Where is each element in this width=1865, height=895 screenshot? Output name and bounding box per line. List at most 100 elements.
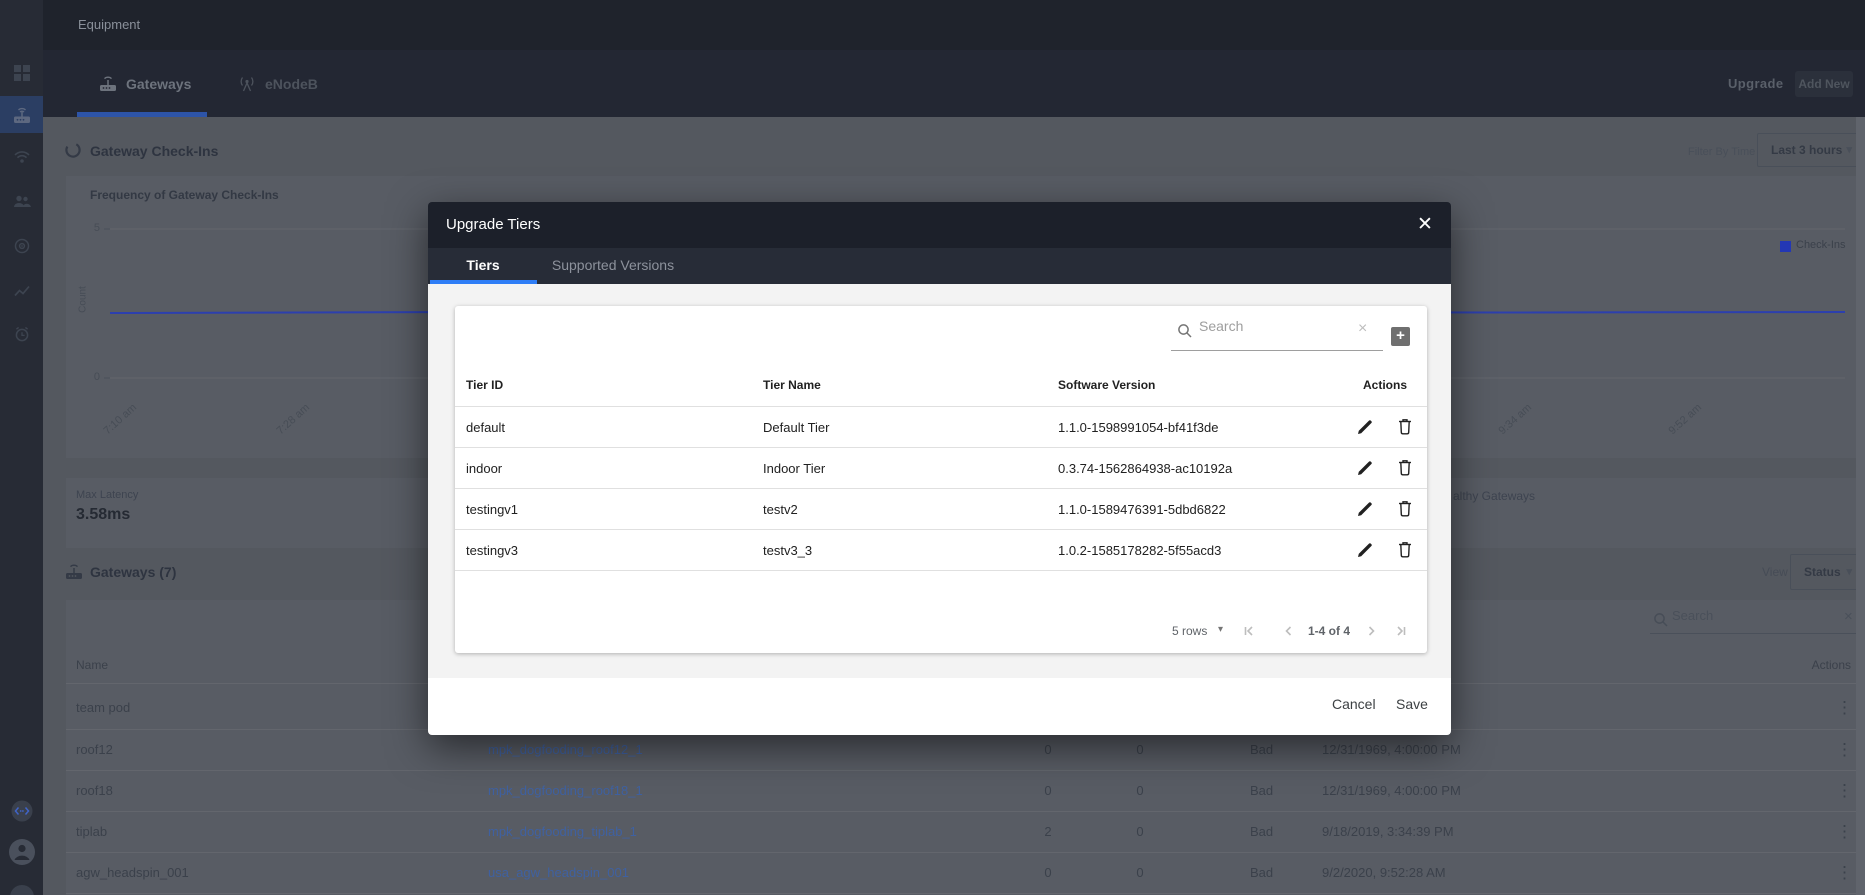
sidebar-item-swagger[interactable] [0, 794, 43, 828]
code-api-icon [9, 798, 35, 824]
last-page-icon[interactable] [1393, 623, 1409, 639]
sidebar-item-subscribers[interactable] [0, 182, 43, 219]
tier-id: indoor [466, 461, 502, 476]
chevron-down-icon: ▾ [1846, 555, 1852, 589]
chevron-down-icon: ▾ [1846, 134, 1852, 166]
divider [455, 570, 1427, 571]
row-actions-menu-icon[interactable]: ⋮ [1836, 863, 1853, 883]
gateway-router-icon [12, 105, 32, 125]
sidebar-item-bottom-partial[interactable] [0, 880, 43, 895]
sidebar-item-alarms[interactable] [0, 315, 43, 352]
rows-per-page-caret-icon[interactable]: ▾ [1218, 624, 1223, 635]
divider [66, 893, 1856, 894]
view-select[interactable]: Status ▾ [1790, 554, 1862, 590]
upgrade-button[interactable]: Upgrade [1728, 50, 1784, 117]
gw-id-link[interactable]: mpk_dogfooding_tiplab_1 [488, 824, 637, 839]
cancel-button[interactable]: Cancel [1332, 696, 1376, 712]
gateways-section-title: Gateways (7) [90, 564, 176, 580]
gw-health: Bad [1250, 742, 1273, 757]
filter-by-time-label: Filter By Time [1688, 146, 1755, 158]
search-icon [1177, 323, 1193, 339]
tier-id: default [466, 420, 505, 435]
dialog-tabbar: Tiers Supported Versions [428, 248, 1451, 284]
gw-col2: 0 [1132, 865, 1148, 880]
delete-trash-icon[interactable] [1397, 418, 1413, 435]
time-range-select[interactable]: Last 3 hours ▾ [1757, 133, 1862, 167]
divider [455, 447, 1427, 448]
sidebar-item-equipment[interactable] [0, 96, 43, 133]
antenna-icon [237, 75, 257, 93]
tab-supported-versions[interactable]: Supported Versions [538, 248, 688, 284]
tier-name: Indoor Tier [763, 461, 825, 476]
delete-trash-icon[interactable] [1397, 500, 1413, 517]
search-clear-icon[interactable]: × [1844, 608, 1853, 625]
tiers-search-input[interactable] [1199, 318, 1349, 334]
alarm-clock-icon [13, 325, 31, 343]
row-actions-menu-icon[interactable]: ⋮ [1836, 698, 1853, 718]
edit-pencil-icon[interactable] [1357, 418, 1374, 435]
edit-pencil-icon[interactable] [1357, 500, 1374, 517]
row-actions-menu-icon[interactable]: ⋮ [1836, 781, 1853, 801]
sidebar-item-wifi[interactable] [0, 137, 43, 174]
active-tab-indicator [77, 112, 207, 117]
gw-col1: 0 [1040, 783, 1056, 798]
sidebar-item-metrics[interactable] [0, 272, 43, 309]
row-actions-menu-icon[interactable]: ⋮ [1836, 740, 1853, 760]
divider [66, 852, 1856, 853]
sidebar-item-dashboard[interactable] [0, 54, 43, 91]
y-tick-5: 5 [80, 222, 100, 234]
tiers-table-paper: × + Tier ID Tier Name Software Version A… [455, 306, 1427, 653]
sidebar-item-account[interactable] [0, 834, 43, 870]
gw-id-link[interactable]: mpk_dogfooding_roof12_1 [488, 742, 643, 757]
edit-pencil-icon[interactable] [1357, 541, 1374, 558]
save-button[interactable]: Save [1396, 696, 1428, 712]
add-tier-button[interactable]: + [1391, 327, 1410, 346]
upgrade-tiers-dialog: Upgrade Tiers ✕ Tiers Supported Versions… [428, 202, 1451, 735]
people-icon [12, 192, 32, 210]
col-header-actions: Actions [1355, 378, 1415, 392]
rows-per-page-value[interactable]: 5 rows [1172, 624, 1207, 638]
gw-col1: 2 [1040, 824, 1056, 839]
wifi-icon [13, 147, 31, 165]
delete-trash-icon[interactable] [1397, 459, 1413, 476]
sidebar-item-tracing[interactable] [0, 227, 43, 264]
next-page-icon[interactable] [1363, 623, 1379, 639]
y-axis-label: Count [78, 277, 89, 323]
delete-trash-icon[interactable] [1397, 541, 1413, 558]
software-version: 1.0.2-1585178282-5f55acd3 [1058, 543, 1221, 558]
search-clear-icon[interactable]: × [1358, 320, 1367, 338]
close-icon[interactable]: ✕ [1412, 212, 1438, 238]
gateway-router-icon [64, 563, 84, 581]
legend-label: Check-Ins [1796, 239, 1846, 251]
gw-col1: 0 [1040, 742, 1056, 757]
checkins-section-title: Gateway Check-Ins [90, 143, 218, 159]
dashboard-icon [13, 64, 31, 82]
edit-pencil-icon[interactable] [1357, 459, 1374, 476]
divider [455, 488, 1427, 489]
topbar: Equipment [43, 0, 1865, 50]
line-chart-icon [13, 282, 31, 300]
gw-name: roof18 [76, 783, 113, 798]
radar-target-icon [13, 237, 31, 255]
gateway-router-icon [98, 75, 118, 93]
tab-gateways[interactable]: Gateways [98, 50, 191, 117]
dialog-title: Upgrade Tiers [446, 202, 540, 248]
gw-id-link[interactable]: mpk_dogfooding_roof18_1 [488, 783, 643, 798]
search-underline [1171, 350, 1383, 351]
max-latency-value: 3.58ms [76, 506, 130, 524]
prev-page-icon[interactable] [1281, 623, 1297, 639]
search-underline [1650, 633, 1858, 634]
gateways-search-input[interactable] [1672, 608, 1832, 623]
tier-id: testingv3 [466, 543, 518, 558]
gw-id-link[interactable]: usa_agw_headspin_001 [488, 865, 629, 880]
col-header-software-version: Software Version [1058, 378, 1155, 392]
first-page-icon[interactable] [1241, 623, 1257, 639]
dialog-body: × + Tier ID Tier Name Software Version A… [428, 284, 1451, 678]
search-icon [1653, 612, 1669, 628]
tab-enodeb[interactable]: eNodeB [237, 50, 318, 117]
tab-tiers[interactable]: Tiers [428, 248, 538, 284]
row-actions-menu-icon[interactable]: ⋮ [1836, 822, 1853, 842]
scrollbar[interactable] [1856, 117, 1865, 895]
tier-name: testv2 [763, 502, 798, 517]
add-new-button[interactable]: Add New [1795, 71, 1853, 97]
